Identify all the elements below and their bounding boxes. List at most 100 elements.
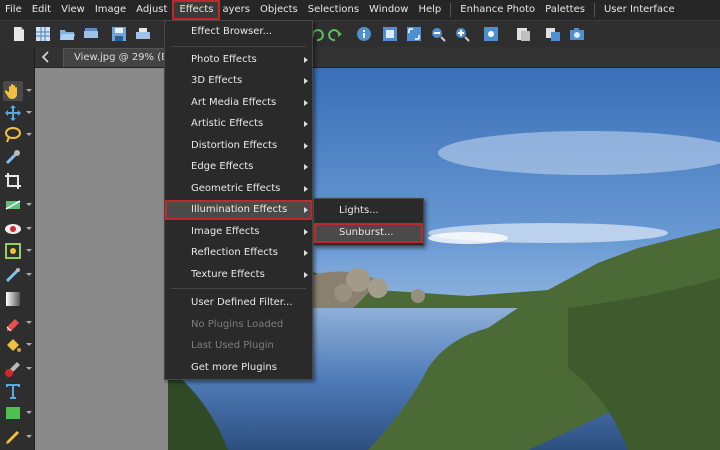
submenu-arrow-icon <box>304 100 308 106</box>
sunburst-item[interactable]: Sunburst... <box>314 223 423 243</box>
dropper-tool-icon[interactable] <box>3 147 23 167</box>
full-screen-icon[interactable] <box>405 25 423 43</box>
document-tab-bar: View.jpg @ 29% (Backgr <box>35 47 720 68</box>
art-media-effects-label: Art Media Effects <box>191 97 277 108</box>
fit-window-icon[interactable] <box>381 25 399 43</box>
3d-effects-label: 3D Effects <box>191 75 243 86</box>
distortion-effects-item[interactable]: Distortion Effects <box>165 136 312 156</box>
save-icon[interactable] <box>110 25 128 43</box>
actual-size-icon[interactable] <box>482 25 500 43</box>
straighten-tool-icon[interactable] <box>3 195 32 215</box>
illumination-effects-label: Illumination Effects <box>191 204 288 215</box>
menu-help[interactable]: Help <box>413 0 446 20</box>
paste-icon[interactable] <box>514 25 532 43</box>
menu-adjust[interactable]: Adjust <box>131 0 172 20</box>
gradient-tool-icon[interactable] <box>3 289 23 309</box>
lasso-tool-icon[interactable] <box>3 125 32 145</box>
lights-item[interactable]: Lights... <box>314 201 423 221</box>
submenu-arrow-icon <box>304 186 308 192</box>
rectangle-shape-icon[interactable] <box>3 403 32 423</box>
artistic-effects-label: Artistic Effects <box>191 118 264 129</box>
pan-tool-icon[interactable] <box>3 81 32 101</box>
effect-browser-item[interactable]: Effect Browser... <box>165 22 312 42</box>
redo-icon[interactable] <box>326 25 344 43</box>
chevron-left-icon[interactable] <box>39 50 53 64</box>
no-plugins-loaded-item: No Plugins Loaded <box>165 315 312 335</box>
edge-effects-item[interactable]: Edge Effects <box>165 157 312 177</box>
artistic-effects-item[interactable]: Artistic Effects <box>165 114 312 134</box>
copy-merged-icon[interactable] <box>544 25 562 43</box>
print-icon[interactable] <box>134 25 152 43</box>
text-tool-icon[interactable] <box>3 381 23 401</box>
geometric-effects-label: Geometric Effects <box>191 183 281 194</box>
effects-menu: Effect Browser... Photo Effects 3D Effec… <box>164 20 313 380</box>
eraser-tool-icon[interactable] <box>3 313 32 333</box>
menu-layers[interactable]: ayers <box>220 0 255 20</box>
zoom-out-icon[interactable] <box>429 25 447 43</box>
menu-effects[interactable]: Effects <box>172 0 221 20</box>
scanner-icon[interactable] <box>82 25 100 43</box>
menu-edit[interactable]: Edit <box>27 0 56 20</box>
pen-tool-icon[interactable] <box>3 427 32 447</box>
menu-palettes[interactable]: Palettes <box>540 0 590 20</box>
3d-effects-item[interactable]: 3D Effects <box>165 71 312 91</box>
open-folder-icon[interactable] <box>58 25 76 43</box>
menu-file[interactable]: File <box>0 0 27 20</box>
move-tool-icon[interactable] <box>3 103 32 123</box>
submenu-arrow-icon <box>304 207 308 213</box>
get-more-plugins-label: Get more Plugins <box>191 362 277 373</box>
illumination-submenu: Lights... Sunburst... <box>313 198 424 246</box>
crop-tool-icon[interactable] <box>3 171 23 191</box>
menu-enhance-photo[interactable]: Enhance Photo <box>455 0 540 20</box>
submenu-arrow-icon <box>304 57 308 63</box>
texture-effects-label: Texture Effects <box>191 269 265 280</box>
texture-effects-item[interactable]: Texture Effects <box>165 265 312 285</box>
last-used-plugin-label: Last Used Plugin <box>191 340 274 351</box>
tools-panel <box>0 47 35 450</box>
image-effects-item[interactable]: Image Effects <box>165 222 312 242</box>
photo-effects-label: Photo Effects <box>191 54 257 65</box>
new-file-icon[interactable] <box>10 25 28 43</box>
sunburst-label: Sunburst... <box>339 227 394 238</box>
distortion-effects-label: Distortion Effects <box>191 140 278 151</box>
scratch-remover-icon[interactable] <box>3 265 32 285</box>
user-defined-filter-label: User Defined Filter... <box>191 297 293 308</box>
submenu-arrow-icon <box>304 229 308 235</box>
geometric-effects-item[interactable]: Geometric Effects <box>165 179 312 199</box>
get-more-plugins-item[interactable]: Get more Plugins <box>165 358 312 378</box>
no-plugins-loaded-label: No Plugins Loaded <box>191 319 284 330</box>
menu-bar: File Edit View Image Adjust Effects ayer… <box>0 0 720 20</box>
menu-separator <box>171 288 306 289</box>
grid-icon[interactable] <box>34 25 52 43</box>
menu-objects[interactable]: Objects <box>255 0 303 20</box>
menu-image[interactable]: Image <box>90 0 131 20</box>
submenu-arrow-icon <box>304 121 308 127</box>
standard-toolbar <box>0 20 720 48</box>
menu-separator <box>450 3 452 17</box>
photo-effects-item[interactable]: Photo Effects <box>165 50 312 70</box>
menu-view[interactable]: View <box>56 0 90 20</box>
zoom-in-icon[interactable] <box>453 25 471 43</box>
submenu-arrow-icon <box>304 78 308 84</box>
info-icon[interactable] <box>355 25 373 43</box>
paint-brush-icon[interactable] <box>3 359 32 379</box>
red-eye-tool-icon[interactable] <box>3 219 32 239</box>
art-media-effects-item[interactable]: Art Media Effects <box>165 93 312 113</box>
menu-window[interactable]: Window <box>364 0 413 20</box>
submenu-arrow-icon <box>304 272 308 278</box>
camera-icon[interactable] <box>568 25 586 43</box>
last-used-plugin-item: Last Used Plugin <box>165 336 312 356</box>
flood-fill-icon[interactable] <box>3 335 32 355</box>
lights-label: Lights... <box>339 205 379 216</box>
canvas-area[interactable] <box>35 68 720 450</box>
submenu-arrow-icon <box>304 164 308 170</box>
menu-separator <box>593 3 595 17</box>
user-defined-filter-item[interactable]: User Defined Filter... <box>165 293 312 313</box>
clone-tool-icon[interactable] <box>3 241 32 261</box>
submenu-arrow-icon <box>304 250 308 256</box>
menu-selections[interactable]: Selections <box>303 0 364 20</box>
reflection-effects-item[interactable]: Reflection Effects <box>165 243 312 263</box>
menu-user-interface[interactable]: User Interface <box>599 0 680 20</box>
reflection-effects-label: Reflection Effects <box>191 247 278 258</box>
illumination-effects-item[interactable]: Illumination Effects <box>165 200 312 220</box>
